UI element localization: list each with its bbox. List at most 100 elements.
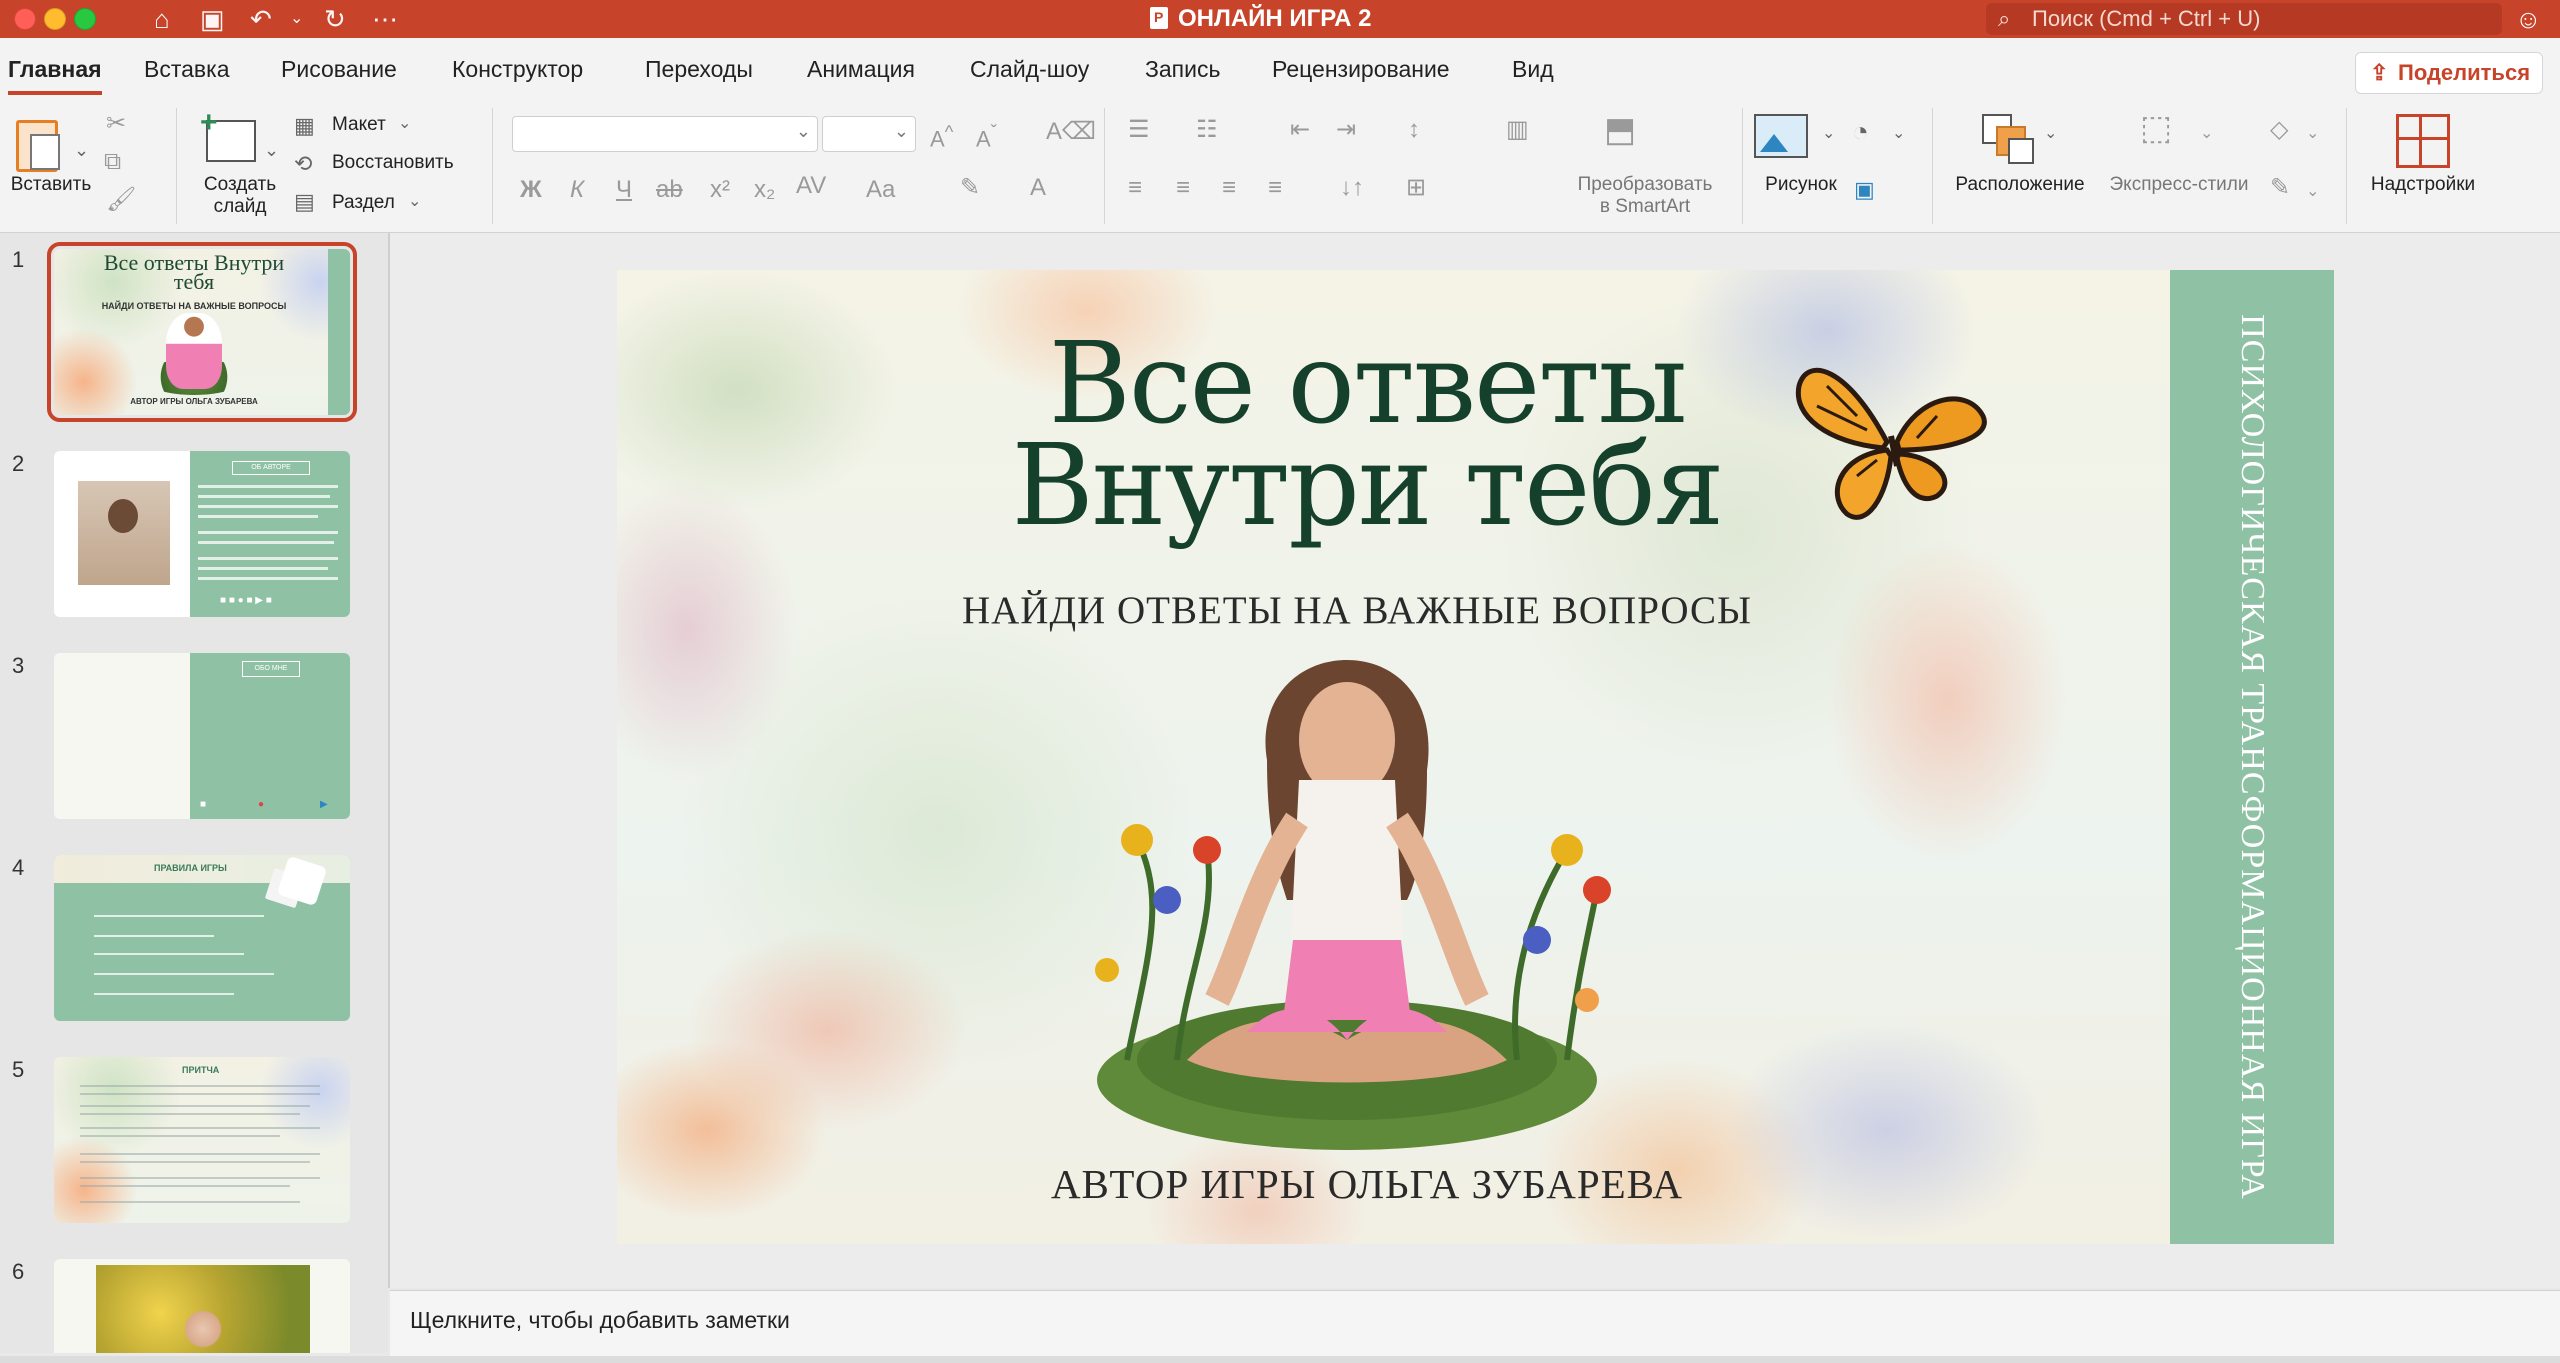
chevron-down-icon[interactable]: ⌄ xyxy=(2044,120,2057,148)
tab-record[interactable]: Запись xyxy=(1145,56,1220,83)
tab-design[interactable]: Конструктор xyxy=(452,56,583,83)
section-button[interactable]: Раздел xyxy=(332,192,395,214)
subscript-icon[interactable]: x₂ xyxy=(754,176,775,204)
shape-fill-icon[interactable]: ◇ xyxy=(2270,116,2288,144)
more-icon[interactable]: ⋯ xyxy=(372,2,398,36)
chevron-down-icon[interactable]: ⌄ xyxy=(408,188,421,216)
tab-home[interactable]: Главная xyxy=(8,56,102,95)
align-right-icon[interactable]: ≡ xyxy=(1222,174,1236,202)
slide-thumbnail-1[interactable]: Все ответы Внутри тебя НАЙДИ ОТВЕТЫ НА В… xyxy=(47,242,357,422)
chevron-down-icon[interactable]: ⌄ xyxy=(1892,120,1905,148)
text-direction-icon[interactable]: ↓↑ xyxy=(1340,174,1364,202)
picture-icon[interactable] xyxy=(1754,114,1808,158)
bold-icon[interactable]: Ж xyxy=(520,176,542,204)
save-icon[interactable]: ▣ xyxy=(200,2,225,36)
reset-button[interactable]: Восстановить xyxy=(332,152,454,174)
columns-icon[interactable]: ▥ xyxy=(1506,116,1529,144)
tab-transitions[interactable]: Переходы xyxy=(645,56,753,83)
powerpoint-file-icon xyxy=(1150,7,1168,29)
reset-icon[interactable]: ⟲ xyxy=(294,150,312,178)
increase-font-icon[interactable]: A^ xyxy=(930,118,953,153)
quick-styles-button-label[interactable]: Экспресс-стили xyxy=(2098,174,2260,196)
chevron-down-icon[interactable]: ⌄ xyxy=(2306,120,2319,148)
addins-icon[interactable] xyxy=(2396,114,2450,168)
font-name-select[interactable]: ⌄ xyxy=(512,116,818,152)
tab-insert[interactable]: Вставка xyxy=(144,56,230,83)
slide-thumbnail-3[interactable]: ОБО МНЕ ■ ● ▶ xyxy=(54,653,350,819)
chevron-down-icon[interactable]: ⌄ xyxy=(2200,120,2213,148)
align-center-icon[interactable]: ≡ xyxy=(1176,174,1190,202)
bullets-icon[interactable]: ☰ xyxy=(1128,116,1150,144)
arrange-icon[interactable] xyxy=(1982,114,2034,164)
zoom-window-button[interactable] xyxy=(74,8,96,30)
tab-review[interactable]: Рецензирование xyxy=(1272,56,1450,83)
highlight-icon[interactable]: ✎ xyxy=(960,174,980,202)
convert-smartart-button[interactable]: Преобразовать в SmartArt xyxy=(1560,174,1730,218)
search-input[interactable]: ⌕ Поиск (Cmd + Ctrl + U) xyxy=(1986,3,2502,35)
strikethrough-icon[interactable]: ab xyxy=(656,176,683,204)
decrease-indent-icon[interactable]: ⇤ xyxy=(1290,116,1310,144)
new-slide-button-label[interactable]: Создать слайд xyxy=(190,174,290,218)
arrange-button-label[interactable]: Расположение xyxy=(1946,174,2094,196)
layout-icon[interactable]: ▦ xyxy=(294,112,315,140)
layout-button[interactable]: Макет xyxy=(332,114,386,136)
chevron-down-icon[interactable]: ⌄ xyxy=(1822,120,1835,148)
chevron-down-icon[interactable]: ⌄ xyxy=(398,110,411,138)
notes-pane[interactable]: Щелкните, чтобы добавить заметки xyxy=(390,1290,2560,1357)
line-spacing-icon[interactable]: ↕ xyxy=(1408,116,1420,144)
chevron-down-icon[interactable]: ⌄ xyxy=(290,2,303,36)
close-window-button[interactable] xyxy=(14,8,36,30)
section-icon[interactable]: ▤ xyxy=(294,188,315,216)
slide-thumbnail-6[interactable] xyxy=(54,1259,350,1353)
home-icon[interactable]: ⌂ xyxy=(154,2,170,36)
share-button[interactable]: ⇪ Поделиться xyxy=(2355,52,2543,94)
font-size-select[interactable]: ⌄ xyxy=(822,116,916,152)
addins-button-label[interactable]: Надстройки xyxy=(2360,174,2486,196)
character-spacing-icon[interactable]: AV xyxy=(796,172,826,200)
tab-draw[interactable]: Рисование xyxy=(281,56,397,83)
smartart-icon[interactable]: ⬒ xyxy=(1604,113,1636,147)
font-color-icon[interactable]: A xyxy=(1030,174,1046,202)
format-painter-icon[interactable]: 🖌 xyxy=(106,186,136,214)
slide-thumbnail-4[interactable]: ПРАВИЛА ИГРЫ xyxy=(54,855,350,1021)
italic-icon[interactable]: К xyxy=(570,176,584,204)
slide-author[interactable]: АВТОР ИГРЫ ОЛЬГА ЗУБАРЕВА xyxy=(957,1160,1777,1208)
account-icon[interactable]: ☺ xyxy=(2515,4,2542,34)
paste-dropdown-icon[interactable]: ⌄ xyxy=(74,136,89,164)
quick-styles-icon[interactable]: ⬚ xyxy=(2140,111,2172,145)
paste-icon[interactable] xyxy=(16,114,60,172)
decrease-font-icon[interactable]: Aˇ xyxy=(976,118,997,153)
copy-icon[interactable]: ⧉ xyxy=(104,148,121,176)
slide-thumbnail-5[interactable]: ПРИТЧА xyxy=(54,1057,350,1223)
current-slide[interactable]: ПСИХОЛОГИЧЕСКАЯ ТРАНСФОРМАЦИОННАЯ ИГРА В… xyxy=(617,270,2334,1244)
shapes-icon[interactable]: ◔ xyxy=(1852,118,1869,146)
text-box-icon[interactable]: ▣ xyxy=(1854,176,1875,204)
cut-icon[interactable]: ✂ xyxy=(106,110,126,138)
superscript-icon[interactable]: x² xyxy=(710,176,730,204)
redo-icon[interactable]: ↻ xyxy=(324,2,346,36)
picture-button-label[interactable]: Рисунок xyxy=(1746,174,1856,196)
align-text-icon[interactable]: ⊞ xyxy=(1406,174,1426,202)
slide-subtitle[interactable]: НАЙДИ ОТВЕТЫ НА ВАЖНЫЕ ВОПРОСЫ xyxy=(917,588,1797,633)
tab-view[interactable]: Вид xyxy=(1512,56,1554,83)
new-slide-dropdown-icon[interactable]: ⌄ xyxy=(264,136,279,164)
side-text[interactable]: ПСИХОЛОГИЧЕСКАЯ ТРАНСФОРМАЦИОННАЯ ИГРА xyxy=(2170,270,2334,1244)
new-slide-icon[interactable]: + xyxy=(200,106,256,162)
underline-icon[interactable]: Ч xyxy=(616,176,632,204)
minimize-window-button[interactable] xyxy=(44,8,66,30)
numbering-icon[interactable]: ☷ xyxy=(1196,116,1218,144)
tab-slideshow[interactable]: Слайд-шоу xyxy=(970,56,1089,83)
tab-animations[interactable]: Анимация xyxy=(807,56,915,83)
align-left-icon[interactable]: ≡ xyxy=(1128,174,1142,202)
slide-thumbnail-2[interactable]: ОБ АВТОРЕ ■ ■ ● ■ ▶ ■ xyxy=(54,451,350,617)
chevron-down-icon[interactable]: ⌄ xyxy=(2306,178,2319,206)
slide-title-line2[interactable]: Внутри тебя xyxy=(987,430,1747,542)
undo-icon[interactable]: ↶ xyxy=(250,2,272,36)
justify-icon[interactable]: ≡ xyxy=(1268,174,1282,202)
paste-button-label[interactable]: Вставить xyxy=(6,174,96,196)
clear-formatting-icon[interactable]: A⌫ xyxy=(1046,118,1096,146)
shape-outline-icon[interactable]: ✎ xyxy=(2270,174,2290,202)
slide-number: 5 xyxy=(12,1057,25,1082)
change-case-icon[interactable]: Aa xyxy=(866,176,895,204)
increase-indent-icon[interactable]: ⇥ xyxy=(1336,116,1356,144)
